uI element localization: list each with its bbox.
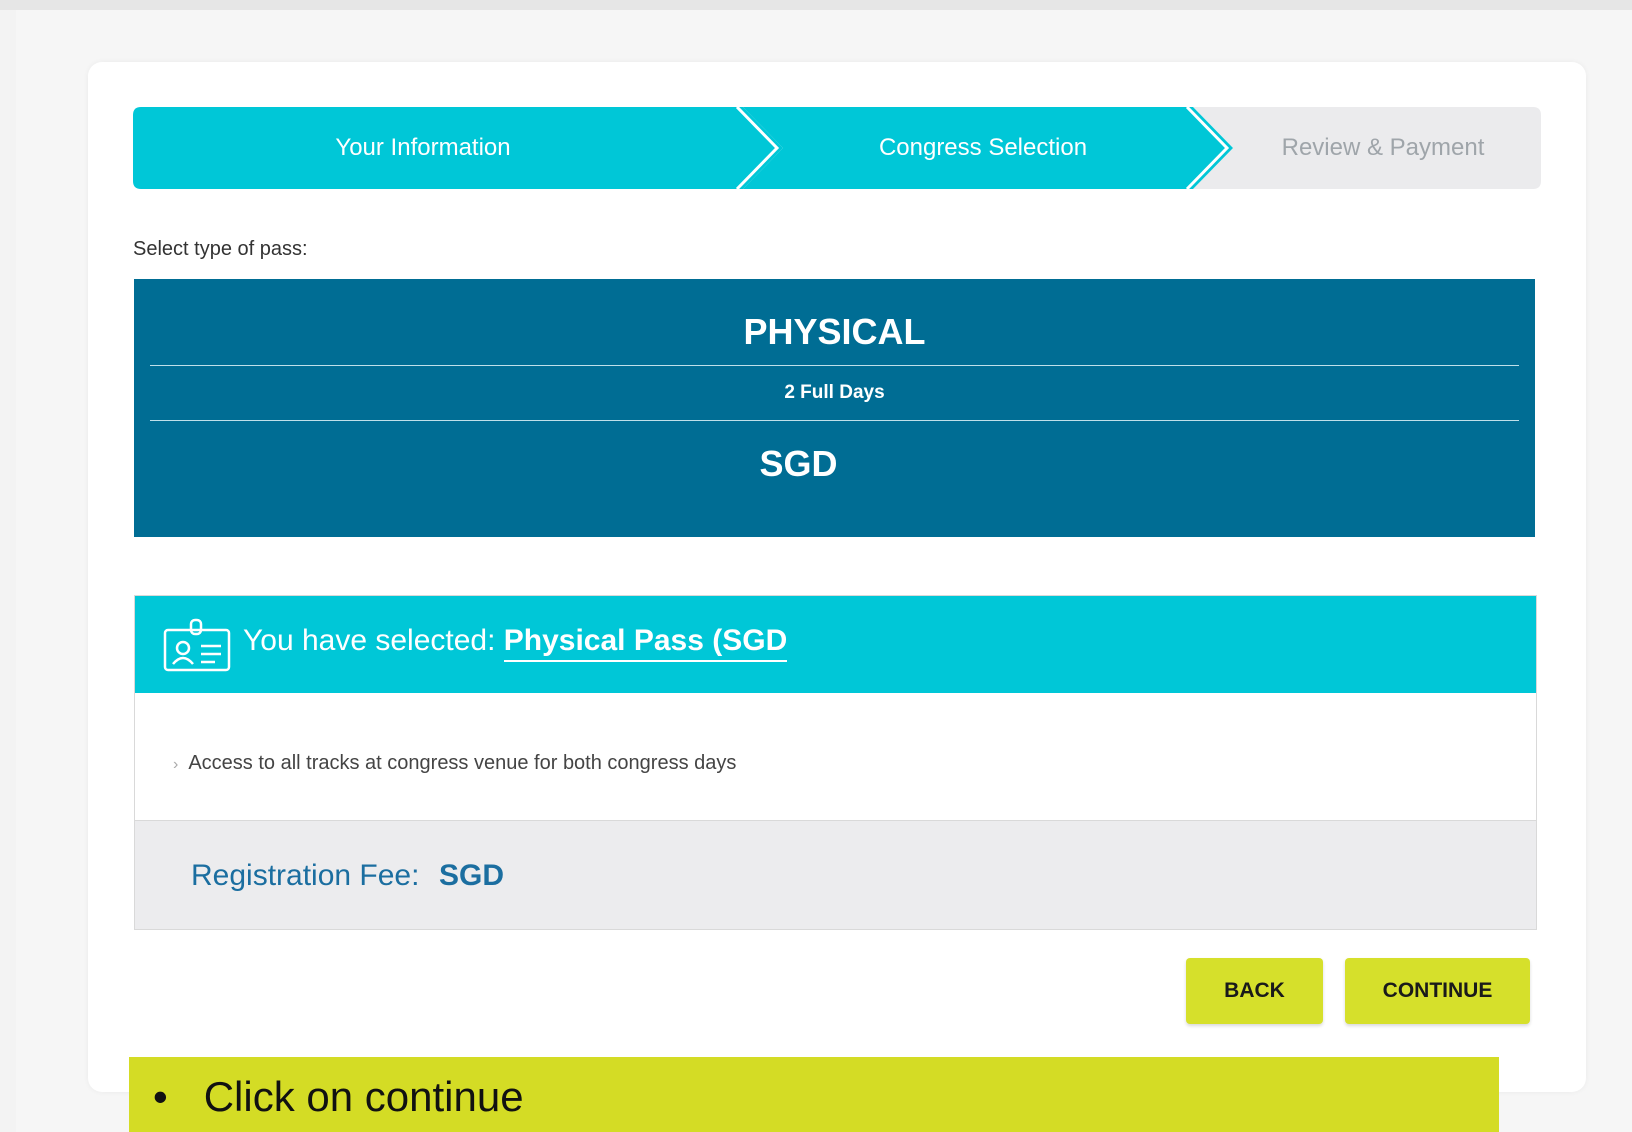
- progress-stepper: Your Information Congress Selection Revi…: [133, 107, 1541, 189]
- selected-pass-summary: You have selected: Physical Pass (SGD › A…: [134, 595, 1537, 930]
- selected-prefix: You have selected:: [243, 624, 496, 657]
- back-button[interactable]: BACK: [1186, 958, 1323, 1024]
- instruction-callout: • Click on continue: [129, 1057, 1499, 1132]
- registration-fee-bar: Registration Fee: SGD: [135, 820, 1536, 929]
- selected-pass-header: You have selected: Physical Pass (SGD: [135, 596, 1536, 693]
- pass-divider: [150, 365, 1519, 366]
- pass-price: SGD: [759, 443, 838, 484]
- selected-pass-text: You have selected: Physical Pass (SGD: [243, 624, 788, 662]
- selected-pass-name: Physical Pass (SGD: [503, 624, 788, 662]
- feature-text: Access to all tracks at congress venue f…: [188, 752, 737, 774]
- pass-divider: [150, 420, 1519, 421]
- pass-title: PHYSICAL: [743, 311, 926, 352]
- fee-value: SGD: [439, 859, 505, 892]
- instruction-text-row: • Click on continue: [153, 1073, 524, 1121]
- fee-label: Registration Fee:: [191, 859, 420, 892]
- pass-option-physical[interactable]: PHYSICAL 2 Full Days SGD: [134, 279, 1535, 537]
- continue-button[interactable]: CONTINUE: [1345, 958, 1530, 1024]
- step-congress-selection[interactable]: Congress Selection: [763, 107, 1203, 189]
- instruction-text: Click on continue: [203, 1073, 524, 1120]
- step-your-information[interactable]: Your Information: [153, 107, 693, 189]
- id-badge-icon: [163, 618, 231, 672]
- feature-item: › Access to all tracks at congress venue …: [173, 752, 736, 775]
- bullet: •: [153, 1073, 168, 1120]
- chevron-right-icon: ›: [173, 756, 179, 773]
- pass-duration: 2 Full Days: [784, 382, 885, 403]
- step-review-payment: Review & Payment: [1281, 134, 1485, 161]
- select-pass-label: Select type of pass:: [133, 238, 308, 260]
- top-bar: [0, 0, 1632, 10]
- registration-card: [88, 62, 1586, 1092]
